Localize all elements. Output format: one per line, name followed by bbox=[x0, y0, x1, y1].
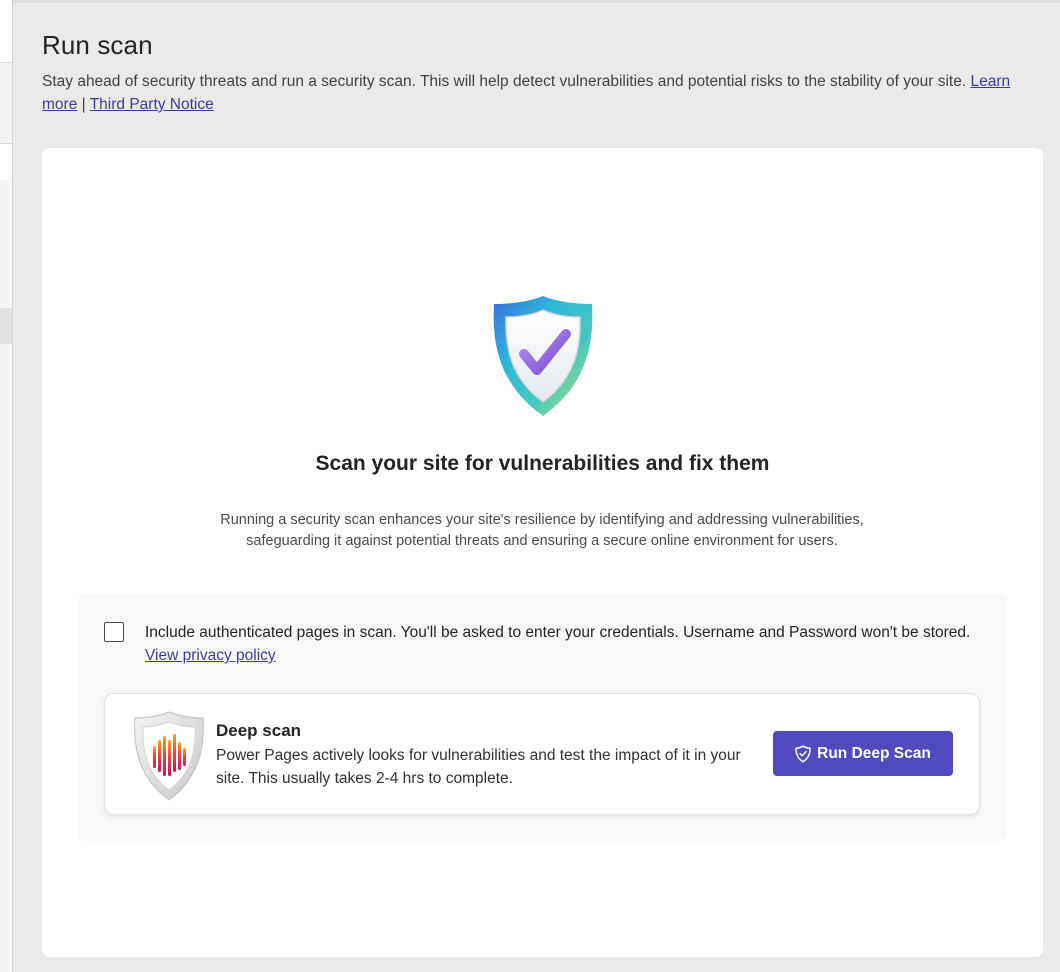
page-description: Stay ahead of security threats and run a… bbox=[42, 70, 1032, 116]
deep-scan-title: Deep scan bbox=[216, 721, 302, 740]
scan-card: Scan your site for vulnerabilities and f… bbox=[42, 148, 1043, 957]
include-authenticated-label: Include authenticated pages in scan. You… bbox=[145, 621, 995, 667]
card-subtext: Running a security scan enhances your si… bbox=[220, 512, 864, 549]
card-heading: Scan your site for vulnerabilities and f… bbox=[315, 452, 770, 475]
page-title: Run scan bbox=[42, 30, 153, 60]
left-rail-selected-item[interactable] bbox=[0, 308, 12, 344]
page-header: Run scan Stay ahead of security threats … bbox=[42, 30, 1032, 116]
left-rail-section[interactable] bbox=[0, 62, 12, 144]
link-separator: | bbox=[81, 96, 86, 113]
include-authenticated-checkbox[interactable] bbox=[104, 622, 124, 642]
scan-options-panel: Include authenticated pages in scan. You… bbox=[78, 594, 1007, 841]
deep-scan-description: Power Pages actively looks for vulnerabi… bbox=[216, 747, 741, 787]
left-navigation-rail bbox=[0, 0, 13, 972]
run-deep-scan-button[interactable]: Run Deep Scan bbox=[773, 731, 953, 776]
run-deep-scan-label: Run Deep Scan bbox=[817, 744, 931, 762]
left-rail-panel bbox=[0, 180, 12, 972]
description-text: Stay ahead of security threats and run a… bbox=[42, 73, 967, 90]
deep-scan-card: Deep scan Power Pages actively looks for… bbox=[104, 693, 980, 815]
authenticated-label-text: Include authenticated pages in scan. You… bbox=[145, 624, 971, 641]
deep-scan-shield-icon bbox=[134, 711, 204, 801]
top-border bbox=[0, 0, 1060, 3]
third-party-notice-link[interactable]: Third Party Notice bbox=[90, 96, 214, 113]
shield-check-icon bbox=[493, 296, 593, 416]
shield-icon bbox=[795, 744, 811, 763]
privacy-policy-link[interactable]: View privacy policy bbox=[145, 647, 276, 664]
